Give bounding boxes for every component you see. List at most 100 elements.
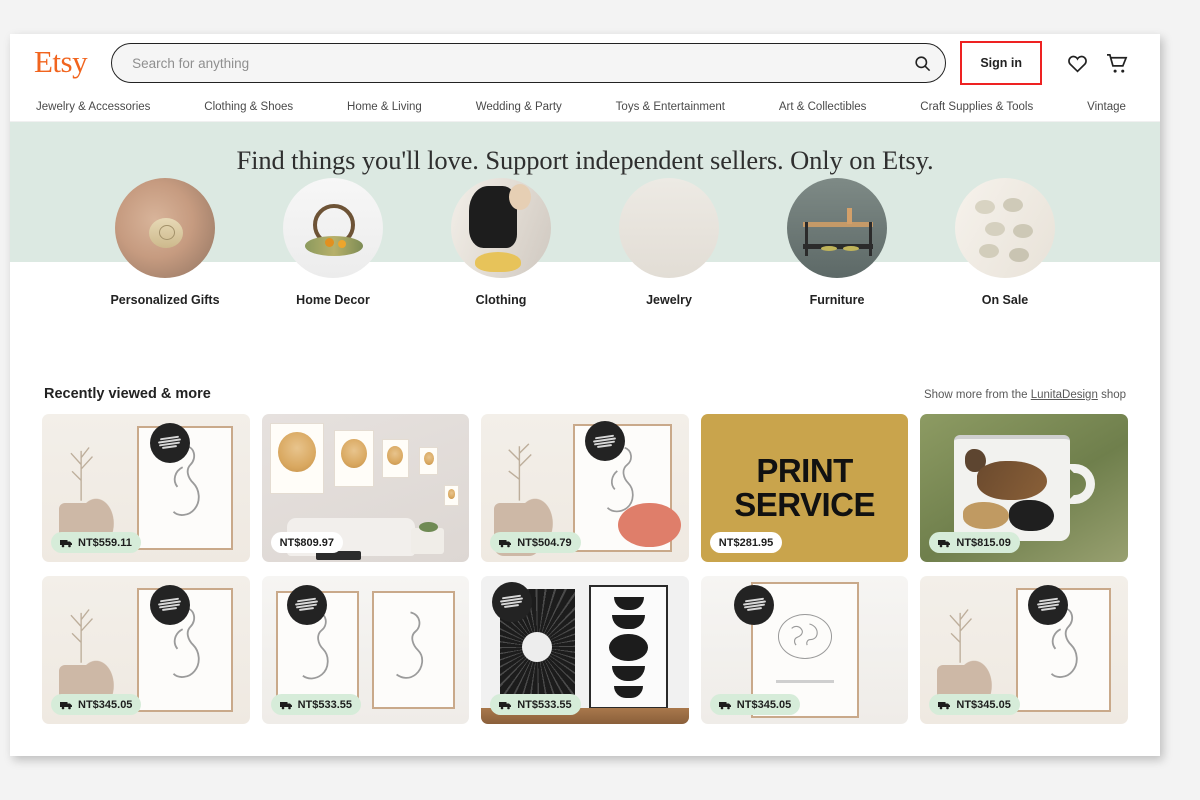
product-card[interactable]: NT$345.05 (42, 576, 250, 724)
engraved-pendant-photo (115, 178, 215, 278)
cart-icon (1107, 53, 1128, 73)
category-home-decor[interactable]: Home Decor (277, 178, 389, 309)
heart-icon (1068, 55, 1087, 73)
product-card[interactable]: NT$533.55 (481, 576, 689, 724)
free-shipping-icon (279, 701, 292, 709)
product-card[interactable]: PRINT SERVICE NT$281.95 (700, 414, 909, 562)
dried-flowers (508, 443, 533, 501)
category-label: Personalized Gifts (110, 293, 220, 307)
category-nav: Jewelry & Accessories Clothing & Shoes H… (10, 92, 1160, 122)
print-service-line2: SERVICE (734, 486, 875, 523)
show-more-suffix: shop (1101, 389, 1126, 401)
price-badge: NT$345.05 (709, 694, 801, 715)
gold-ring-photo (619, 178, 719, 278)
product-card[interactable]: NT$559.11 (42, 414, 250, 562)
continents-outline (790, 623, 818, 646)
free-shipping-icon (938, 701, 951, 709)
price-value: NT$809.97 (279, 536, 335, 549)
price-value: NT$559.11 (78, 536, 132, 549)
nav-item-vintage[interactable]: Vintage (1087, 101, 1126, 113)
price-badge: NT$504.79 (490, 532, 581, 553)
category-label: Furniture (809, 293, 865, 307)
price-value: NT$815.09 (956, 536, 1011, 549)
price-value: NT$533.55 (517, 698, 572, 711)
category-label: Jewelry (646, 293, 692, 307)
price-badge: NT$559.11 (51, 532, 141, 553)
search-button[interactable] (908, 49, 936, 77)
price-value: NT$345.05 (78, 698, 133, 711)
category-jewelry[interactable]: Jewelry (613, 178, 725, 309)
search-input[interactable] (111, 43, 947, 83)
browser-window: Etsy Sign in Jewelry & Accessories (10, 34, 1160, 756)
etsy-logo[interactable]: Etsy (34, 46, 88, 80)
print-on-demand-sticker (491, 581, 532, 622)
category-on-sale[interactable]: On Sale (949, 178, 1061, 309)
nav-item-toys-entertainment[interactable]: Toys & Entertainment (616, 101, 725, 113)
category-label: On Sale (981, 293, 1029, 307)
category-label: Home Decor (296, 293, 370, 307)
price-badge: NT$809.97 (270, 532, 344, 553)
favorites-button[interactable] (1058, 53, 1097, 73)
shop-name[interactable]: LunitaDesign (1031, 389, 1098, 401)
sign-in-button[interactable]: Sign in (960, 41, 1042, 85)
ceramic-dishes-photo (955, 178, 1055, 278)
site-header: Etsy Sign in (10, 34, 1160, 92)
product-card[interactable]: NT$809.97 (261, 414, 470, 562)
hero-title: Find things you'll love. Support indepen… (236, 145, 934, 175)
print-on-demand-sticker (286, 584, 327, 625)
free-shipping-icon (499, 701, 512, 709)
product-card[interactable]: NT$345.05 (700, 576, 909, 724)
print-on-demand-sticker (734, 584, 774, 625)
price-value: NT$345.05 (736, 698, 792, 711)
price-badge: NT$281.95 (709, 532, 783, 553)
price-badge: NT$815.09 (929, 532, 1020, 553)
price-badge: NT$533.55 (490, 694, 581, 715)
dried-flowers (949, 608, 972, 663)
price-value: NT$533.55 (297, 698, 353, 711)
section-title: Recently viewed & more (44, 386, 211, 402)
show-more-prefix: Show more from the (923, 389, 1028, 401)
category-shortcuts: Personalized Gifts Home Decor Clothing J… (10, 178, 1160, 309)
product-card[interactable]: NT$533.55 (261, 576, 470, 724)
category-label: Clothing (475, 293, 527, 307)
free-shipping-icon (718, 701, 731, 709)
nav-item-home-living[interactable]: Home & Living (347, 101, 422, 113)
price-value: NT$345.05 (956, 698, 1011, 711)
screenshot-canvas: Etsy Sign in Jewelry & Accessories (0, 0, 1200, 800)
search-icon (915, 55, 931, 71)
product-card[interactable]: NT$504.79 (481, 414, 689, 562)
product-grid: NT$559.11 NT$809.97 NT$504.79 PRINT SERV… (34, 414, 1136, 724)
nav-item-craft-supplies-tools[interactable]: Craft Supplies & Tools (920, 101, 1033, 113)
free-shipping-icon (499, 539, 512, 547)
category-furniture[interactable]: Furniture (781, 178, 893, 309)
product-card[interactable]: NT$815.09 (920, 414, 1128, 562)
free-shipping-icon (60, 539, 72, 547)
price-badge: NT$345.05 (51, 694, 142, 715)
dried-flower-wreath-photo (283, 178, 383, 278)
cart-button[interactable] (1097, 53, 1138, 74)
category-personalized-gifts[interactable]: Personalized Gifts (109, 178, 221, 309)
dried-flowers (70, 446, 94, 501)
nav-item-jewelry-accessories[interactable]: Jewelry & Accessories (36, 101, 150, 113)
nav-item-wedding-party[interactable]: Wedding & Party (476, 101, 562, 113)
recently-viewed-section: Recently viewed & more Show more from th… (10, 386, 1160, 724)
recently-viewed-header: Recently viewed & more Show more from th… (34, 386, 1136, 402)
nav-item-clothing-shoes[interactable]: Clothing & Shoes (204, 101, 293, 113)
print-on-demand-sticker (149, 422, 190, 463)
product-card[interactable]: NT$345.05 (920, 576, 1128, 724)
print-on-demand-sticker (1028, 584, 1069, 625)
category-clothing[interactable]: Clothing (445, 178, 557, 309)
show-more-shop-link[interactable]: Show more from the LunitaDesign shop (924, 389, 1126, 401)
print-on-demand-sticker (149, 584, 190, 625)
line-art-figure (396, 611, 424, 679)
free-shipping-icon (60, 701, 72, 709)
price-badge: NT$345.05 (929, 694, 1020, 715)
price-value: NT$281.95 (718, 536, 774, 549)
price-value: NT$504.79 (517, 536, 572, 549)
price-badge: NT$533.55 (270, 694, 362, 715)
console-table-photo (787, 178, 887, 278)
nav-item-art-collectibles[interactable]: Art & Collectibles (779, 101, 867, 113)
print-service-line1: PRINT (756, 452, 853, 490)
dried-flowers (70, 608, 94, 663)
search-bar (111, 43, 947, 83)
